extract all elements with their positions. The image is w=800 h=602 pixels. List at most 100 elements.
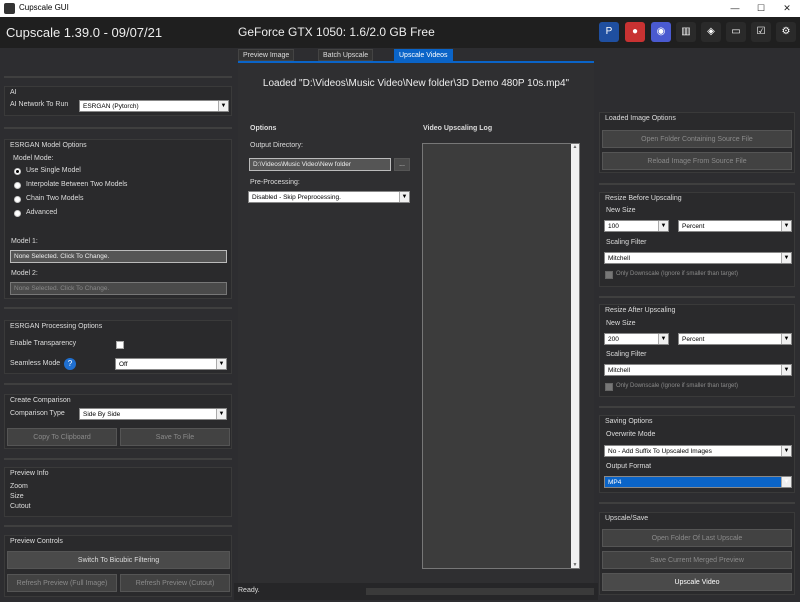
preproc-select[interactable]: Disabled - Skip Preprocessing. ▼	[248, 191, 410, 203]
minimize-button[interactable]: —	[722, 0, 748, 17]
zoom-label: Zoom	[10, 483, 28, 490]
radio-interpolate[interactable]	[14, 182, 21, 189]
discord-icon[interactable]: ◉	[651, 22, 671, 42]
chevron-down-icon: ▼	[658, 334, 668, 344]
gear-icon[interactable]: ⚙	[776, 22, 796, 42]
video-log-textbox[interactable]: ▲ ▼	[422, 143, 580, 569]
ai-title: AI	[10, 89, 17, 96]
seamless-select[interactable]: Off ▼	[115, 358, 227, 370]
mode-label: Interpolate Between Two Models	[26, 181, 128, 188]
model1-field[interactable]: None Selected. Click To Change.	[10, 250, 227, 263]
chevron-down-icon: ▼	[781, 446, 791, 456]
resize-after-filter-select[interactable]: Mitchell ▼	[604, 364, 792, 376]
patreon-icon[interactable]: ●	[625, 22, 645, 42]
open-source-folder-button[interactable]: Open Folder Containing Source File	[602, 130, 792, 148]
resize-before-filter-label: Scaling Filter	[606, 239, 647, 246]
open-last-upscale-button[interactable]: Open Folder Of Last Upscale	[602, 529, 792, 547]
window-titlebar: Cupscale GUI — ☐ ✕	[0, 0, 800, 17]
format-select[interactable]: MP4 ▼	[604, 476, 792, 488]
resize-after-only-down-checkbox[interactable]	[605, 383, 613, 391]
divider	[4, 307, 232, 309]
scroll-down-icon[interactable]: ▼	[571, 562, 579, 568]
preproc-label: Pre-Processing:	[250, 179, 300, 186]
model-mode-label: Model Mode:	[13, 155, 54, 162]
paypal-icon[interactable]: P	[599, 22, 619, 42]
chevron-down-icon: ▼	[218, 101, 228, 111]
divider	[4, 458, 232, 460]
reload-image-button[interactable]: Reload Image From Source File	[602, 152, 792, 170]
ai-network-select[interactable]: ESRGAN (Pytorch) ▼	[79, 100, 229, 112]
log-title: Video Upscaling Log	[423, 125, 493, 132]
chevron-down-icon: ▼	[216, 359, 226, 369]
refresh-cutout-button[interactable]: Refresh Preview (Cutout)	[120, 574, 230, 592]
resize-after-filter-label: Scaling Filter	[606, 351, 647, 358]
scroll-up-icon[interactable]: ▲	[571, 144, 579, 150]
layers-icon[interactable]: ◈	[701, 22, 721, 42]
mode-label: Use Single Model	[26, 167, 81, 174]
maximize-button[interactable]: ☐	[748, 0, 774, 17]
resize-after-size-label: New Size	[606, 320, 636, 327]
divider	[599, 296, 795, 298]
format-value: MP4	[608, 479, 622, 486]
model-options-title: ESRGAN Model Options	[10, 142, 87, 149]
resize-after-unit-select[interactable]: Percent ▼	[678, 333, 792, 345]
divider	[4, 76, 232, 78]
upscale-video-button[interactable]: Upscale Video	[602, 573, 792, 591]
copy-clipboard-button[interactable]: Copy To Clipboard	[7, 428, 117, 446]
resize-before-unit-value: Percent	[682, 223, 705, 230]
overwrite-select[interactable]: No - Add Suffix To Upscaled Images ▼	[604, 445, 792, 457]
comparison-panel: Create Comparison Comparison Type Side B…	[4, 394, 232, 449]
processing-panel: ESRGAN Processing Options Enable Transpa…	[4, 320, 232, 374]
comparison-type-select[interactable]: Side By Side ▼	[79, 408, 227, 420]
resize-before-size-select[interactable]: 100 ▼	[604, 220, 669, 232]
folder-icon[interactable]: ▭	[726, 22, 746, 42]
radio-chain[interactable]	[14, 196, 21, 203]
resize-after-unit-value: Percent	[682, 336, 705, 343]
tab-upscale-videos[interactable]: Upscale Videos	[394, 49, 453, 61]
refresh-full-button[interactable]: Refresh Preview (Full Image)	[7, 574, 117, 592]
checklist-icon[interactable]: ☑	[751, 22, 771, 42]
browse-button[interactable]: ...	[394, 158, 410, 171]
models-icon[interactable]: ▥	[676, 22, 696, 42]
app-title: Cupscale 1.39.0 - 09/07/21	[6, 25, 163, 40]
status-text: Ready.	[238, 587, 260, 594]
chevron-down-icon: ▼	[216, 409, 226, 419]
chevron-down-icon: ▼	[781, 334, 791, 344]
radio-single-model[interactable]	[14, 168, 21, 175]
divider	[4, 127, 232, 129]
output-dir-field[interactable]: D:\Videos\Music Video\New folder	[249, 158, 391, 171]
chevron-down-icon: ▼	[781, 221, 791, 231]
resize-after-size-value: 200	[608, 336, 619, 343]
upscale-save-title: Upscale/Save	[605, 515, 649, 522]
resize-before-unit-select[interactable]: Percent ▼	[678, 220, 792, 232]
radio-advanced[interactable]	[14, 210, 21, 217]
help-icon[interactable]: ?	[64, 358, 76, 370]
save-merged-preview-button[interactable]: Save Current Merged Preview	[602, 551, 792, 569]
transparency-label: Enable Transparency	[10, 340, 77, 347]
seamless-label: Seamless Mode	[10, 360, 61, 367]
chevron-down-icon: ▼	[399, 192, 409, 202]
divider	[599, 183, 795, 185]
chevron-down-icon: ▼	[781, 477, 791, 487]
transparency-checkbox[interactable]	[116, 341, 124, 349]
model2-field[interactable]: None Selected. Click To Change.	[10, 282, 227, 295]
loaded-image-panel: Loaded Image Options Open Folder Contain…	[599, 112, 795, 173]
resize-after-size-select[interactable]: 200 ▼	[604, 333, 669, 345]
resize-before-filter-value: Mitchell	[608, 255, 631, 262]
preview-controls-panel: Preview Controls Switch To Bicubic Filte…	[4, 535, 232, 597]
resize-before-filter-select[interactable]: Mitchell ▼	[604, 252, 792, 264]
resize-before-only-down-checkbox[interactable]	[605, 271, 613, 279]
bicubic-button[interactable]: Switch To Bicubic Filtering	[7, 551, 230, 569]
log-scrollbar[interactable]: ▲ ▼	[571, 144, 579, 568]
cutout-label: Cutout	[10, 503, 31, 510]
app-header: Cupscale 1.39.0 - 09/07/21 GeForce GTX 1…	[0, 17, 800, 48]
tab-batch-upscale[interactable]: Batch Upscale	[318, 49, 374, 61]
tab-preview-image[interactable]: Preview Image	[238, 49, 295, 61]
resize-before-size-label: New Size	[606, 207, 636, 214]
resize-before-panel: Resize Before Upscaling New Size 100 ▼ Pe…	[599, 192, 795, 287]
save-to-file-button[interactable]: Save To File	[120, 428, 230, 446]
chevron-down-icon: ▼	[658, 221, 668, 231]
close-button[interactable]: ✕	[774, 0, 800, 17]
resize-before-title: Resize Before Upscaling	[605, 195, 682, 202]
ai-network-label: AI Network To Run	[10, 101, 69, 108]
